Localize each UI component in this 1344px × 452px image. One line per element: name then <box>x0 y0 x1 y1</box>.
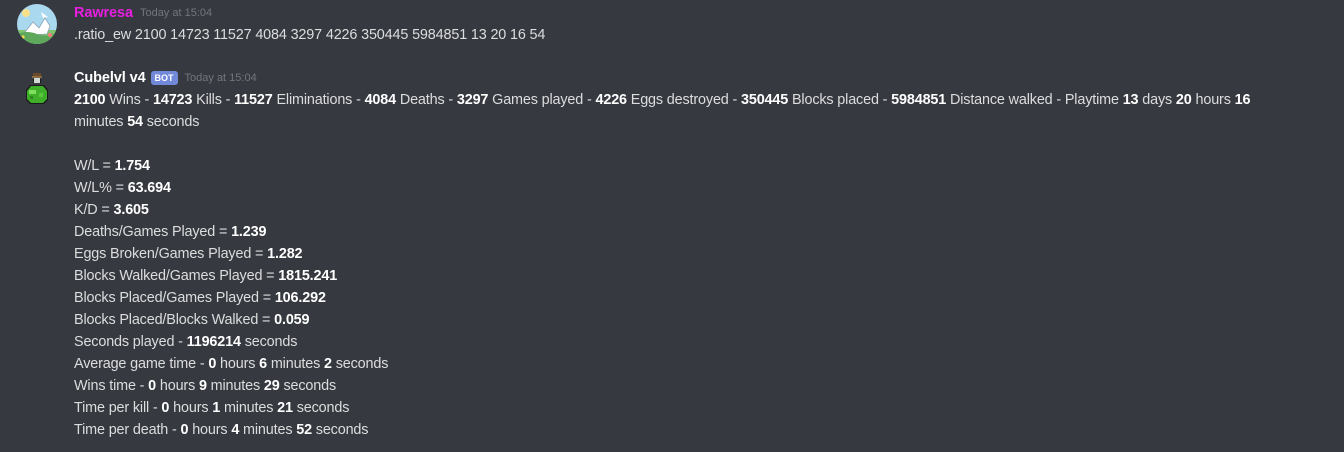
message-content: .ratio_ew 2100 14723 11527 4084 3297 422… <box>74 24 1284 46</box>
stat-line: W/L = 1.754 <box>74 158 150 174</box>
user-avatar[interactable] <box>17 4 57 44</box>
username[interactable]: Rawresa <box>74 5 133 21</box>
stat-line: W/L% = 63.694 <box>74 180 171 196</box>
message-content: 2100 Wins - 14723 Kills - 11527 Eliminat… <box>74 89 1284 441</box>
message-cubelvl: Cubelvl v4 BOT Today at 15:04 2100 Wins … <box>0 64 1344 452</box>
stat-line: Blocks Placed/Games Played = 106.292 <box>74 290 326 306</box>
message-text: .ratio_ew 2100 14723 11527 4084 3297 422… <box>74 27 546 43</box>
bot-tag: BOT <box>150 71 178 85</box>
stat-line: Blocks Placed/Blocks Walked = 0.059 <box>74 312 310 328</box>
timestamp: Today at 15:04 <box>139 7 213 19</box>
stat-line: K/D = 3.605 <box>74 202 149 218</box>
bot-username[interactable]: Cubelvl v4 <box>74 70 146 86</box>
potion-icon <box>26 73 48 104</box>
time-line: Time per kill - 0 hours 1 minutes 21 sec… <box>74 400 350 416</box>
stat-line: Blocks Walked/Games Played = 1815.241 <box>74 268 338 284</box>
stat-line: Eggs Broken/Games Played = 1.282 <box>74 246 303 262</box>
message-header: Rawresa Today at 15:04 <box>74 3 212 23</box>
summary-text: 2100 Wins - 14723 Kills - 11527 Eliminat… <box>74 92 1251 130</box>
stat-line: Deaths/Games Played = 1.239 <box>74 224 267 240</box>
message-rawresa: Rawresa Today at 15:04 .ratio_ew 2100 14… <box>0 0 1344 50</box>
timestamp: Today at 15:04 <box>184 72 257 84</box>
bot-avatar[interactable] <box>17 69 57 109</box>
time-line: Time per death - 0 hours 4 minutes 52 se… <box>74 422 369 438</box>
stat-line: Seconds played - 1196214 seconds <box>74 334 298 350</box>
avatar-image <box>17 4 57 44</box>
time-line: Wins time - 0 hours 9 minutes 29 seconds <box>74 378 336 394</box>
message-header: Cubelvl v4 BOT Today at 15:04 <box>74 68 257 88</box>
time-line: Average game time - 0 hours 6 minutes 2 … <box>74 356 389 372</box>
